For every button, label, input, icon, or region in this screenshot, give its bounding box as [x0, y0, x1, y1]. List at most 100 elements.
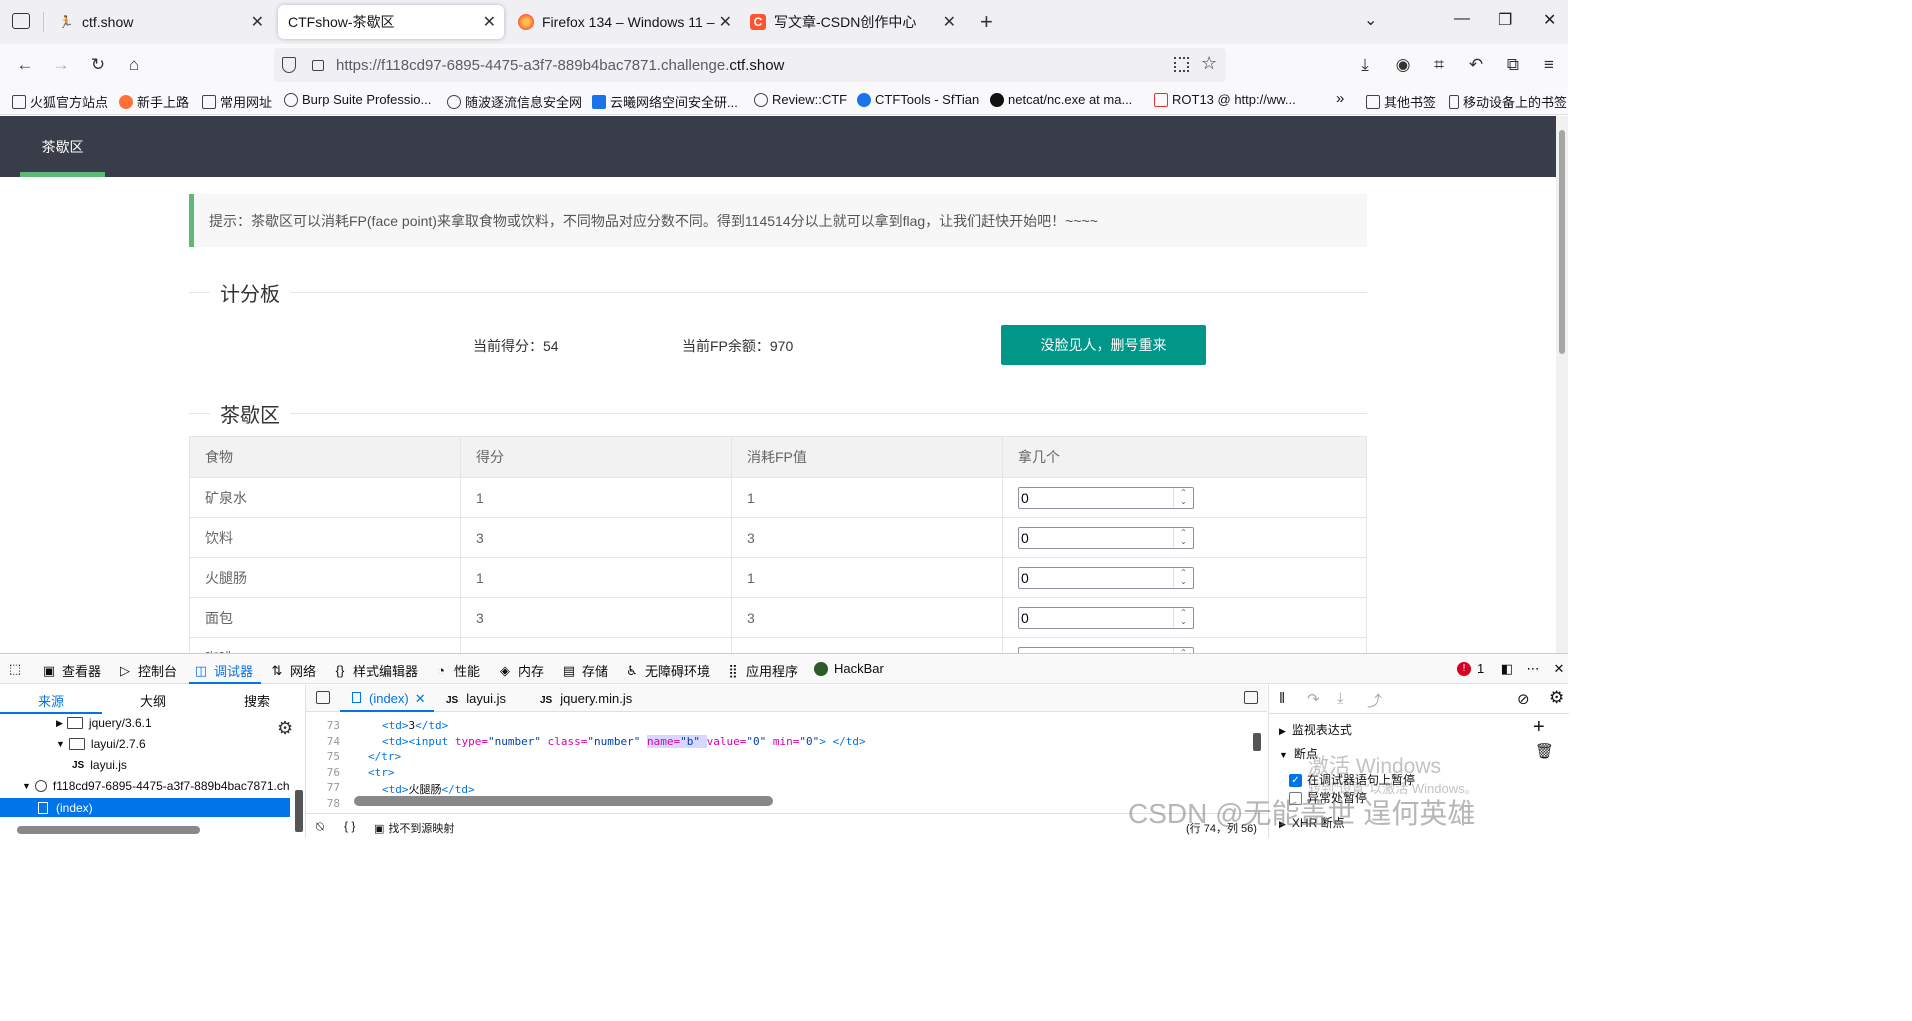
quantity-number-input[interactable]: 0 ⌃⌄ [1018, 486, 1194, 509]
devtools-tab-storage[interactable]: ▤ 存储 [562, 661, 608, 680]
quantity-number-input[interactable]: 0 ⌃⌄ [1018, 606, 1194, 629]
tab-close-icon[interactable]: ✕ [719, 12, 732, 32]
watch-expressions-section[interactable]: ▶ 监视表达式 [1279, 721, 1352, 738]
tree-domain[interactable]: ▼ f118cd97-6895-4475-a3f7-889b4bac7871.ch [22, 779, 289, 793]
shield-icon[interactable] [282, 57, 296, 73]
bookmark-item[interactable]: 火狐官方站点 [12, 92, 108, 111]
editor-tab-index[interactable]: (index) ✕ [352, 691, 426, 707]
devtools-tab-accessibility[interactable]: ♿ 无障碍环境 [625, 661, 710, 680]
bookmark-item[interactable]: 随波逐流信息安全网 [447, 92, 582, 111]
tab-overflow-chevron-icon[interactable]: ⌄ [1364, 10, 1377, 30]
code-line[interactable]: 74 <td><input type="number" class="number… [306, 734, 1251, 750]
error-count-badge[interactable]: ! 1 [1457, 661, 1484, 676]
tab-close-icon[interactable]: ✕ [483, 12, 496, 32]
dock-side-icon[interactable]: ◧ [1500, 661, 1520, 677]
undo-arrow-icon[interactable]: ↶ [1465, 54, 1487, 76]
devtools-tab-debugger[interactable]: ◫ 调试器 [194, 661, 253, 680]
code-line[interactable]: 73 <td>3</td> [306, 719, 1251, 734]
step-over-icon[interactable]: ↷ [1307, 690, 1320, 708]
code-line[interactable]: 75 </tr> [306, 750, 1251, 765]
spinner-arrows-icon[interactable]: ⌃⌄ [1173, 487, 1193, 508]
pause-icon[interactable]: ‖ [1279, 690, 1285, 707]
screenshot-crop-icon[interactable]: ⌗ [1428, 54, 1450, 76]
account-icon[interactable]: ◉ [1392, 54, 1414, 76]
quantity-number-input[interactable]: 0 ⌃⌄ [1018, 526, 1194, 549]
nav-item-chaxiequ[interactable]: 茶歇区 [20, 116, 105, 177]
home-icon[interactable]: ⌂ [123, 54, 145, 76]
extensions-icon[interactable]: ⧉ [1502, 54, 1524, 76]
bookmark-item[interactable]: 新手上路 [119, 92, 189, 111]
devtools-tab-memory[interactable]: ◈ 内存 [498, 661, 544, 680]
bookmark-item[interactable]: netcat/nc.exe at ma... [990, 92, 1132, 107]
spinner-arrows-icon[interactable]: ⌃⌄ [1173, 527, 1193, 548]
forward-icon[interactable]: → [50, 54, 72, 76]
bookmark-item[interactable]: Review::CTF [754, 92, 847, 107]
remove-breakpoints-icon[interactable]: 🗑 [1535, 742, 1554, 760]
editor-tab-layui[interactable]: JS layui.js [446, 691, 506, 706]
toggle-sources-icon[interactable] [316, 691, 330, 704]
reload-icon[interactable]: ↻ [87, 54, 109, 76]
tree-folder-jquery[interactable]: ▶ jquery/3.6.1 [56, 716, 152, 730]
devtools-tab-network[interactable]: ⇅ 网络 [270, 661, 316, 680]
code-line[interactable]: 76 <tr> [306, 766, 1251, 781]
subtab-sources[interactable]: 来源 [38, 691, 64, 710]
tab-csdn[interactable]: C 写文章-CSDN创作中心 ✕ [740, 5, 964, 39]
scrollbar-thumb[interactable] [1559, 130, 1565, 354]
source-map-status[interactable]: ▣ 找不到源映射 [374, 820, 454, 836]
devtools-more-icon[interactable]: ⋯ [1526, 661, 1546, 677]
devtools-close-icon[interactable]: ✕ [1552, 661, 1572, 677]
element-picker-icon[interactable]: ⬚ [8, 661, 28, 677]
devtools-tab-style-editor[interactable]: {} 样式编辑器 [333, 661, 418, 680]
bookmark-star-icon[interactable]: ☆ [1201, 53, 1217, 74]
page-scrollbar[interactable] [1556, 116, 1568, 653]
disable-breakpoints-icon[interactable]: ⊘ [1517, 690, 1530, 708]
tab-close-icon[interactable]: ✕ [251, 12, 264, 32]
tab-ctfshow-chaxiequ[interactable]: CTFshow-茶歇区 ✕ [278, 5, 504, 39]
qr-code-icon[interactable] [1174, 57, 1189, 72]
tab-ctfshow[interactable]: 🏃 ctf.show ✕ [48, 5, 272, 39]
subtab-outline[interactable]: 大纲 [140, 691, 166, 710]
tab-close-icon[interactable]: ✕ [943, 12, 956, 32]
url-bar[interactable]: https://f118cd97-6895-4475-a3f7-889b4bac… [274, 48, 1226, 82]
editor-vscrollbar[interactable] [1253, 733, 1261, 751]
devtools-tab-performance[interactable]: ◔ 性能 [434, 661, 480, 680]
devtools-tab-application[interactable]: ⣿ 应用程序 [726, 661, 798, 680]
step-in-icon[interactable]: ⤓ [1337, 690, 1344, 707]
devtools-tab-hackbar[interactable]: HackBar [814, 661, 884, 676]
pretty-print-icon[interactable]: { } [344, 819, 355, 833]
bookmark-item[interactable]: 云曦网络空间安全研... [592, 92, 738, 111]
line-number[interactable]: 77 [316, 781, 340, 794]
lock-icon[interactable] [312, 60, 324, 71]
restore-icon[interactable]: ❐ [1498, 10, 1512, 30]
line-number[interactable]: 76 [316, 766, 340, 779]
downloads-icon[interactable]: ⤓ [1354, 54, 1376, 76]
bookmark-item[interactable]: CTFTools - SfTian [857, 92, 979, 107]
menu-icon[interactable]: ≡ [1538, 54, 1560, 76]
spinner-arrows-icon[interactable]: ⌃⌄ [1173, 567, 1193, 588]
devtools-tab-console[interactable]: ▷ 控制台 [118, 661, 177, 680]
line-number[interactable]: 75 [316, 750, 340, 763]
new-tab-button[interactable]: + [980, 9, 993, 35]
reset-account-button[interactable]: 没脸见人，删号重来 [1001, 325, 1206, 365]
bookmark-item[interactable]: 移动设备上的书签 [1449, 92, 1567, 111]
bookmark-item[interactable]: ROT13 @ http://ww... [1154, 92, 1296, 107]
window-close-icon[interactable]: ✕ [1543, 10, 1556, 30]
debugger-settings-icon[interactable]: ⚙ [1549, 688, 1564, 708]
editor-tab-jquery[interactable]: JS jquery.min.js [540, 691, 632, 706]
bookmark-item[interactable]: 其他书签 [1366, 92, 1436, 111]
code-line[interactable]: 77 <td>火腿肠</td> [306, 781, 1251, 796]
url-text[interactable]: https://f118cd97-6895-4475-a3f7-889b4bac… [336, 57, 784, 74]
editor-hscrollbar[interactable] [354, 796, 773, 806]
tree-folder-layui[interactable]: ▼ layui/2.7.6 [56, 737, 146, 751]
toggle-sidebar-icon[interactable] [1244, 691, 1258, 704]
blackbox-icon[interactable]: ⍉ [316, 819, 324, 835]
line-number[interactable]: 78 [316, 797, 340, 810]
subtab-search[interactable]: 搜索 [244, 691, 270, 710]
tree-file-layui-js[interactable]: JS layui.js [72, 758, 127, 772]
sources-scrollbar[interactable] [295, 790, 303, 832]
bookmark-item[interactable]: 常用网址 [202, 92, 272, 111]
bookmarks-overflow-icon[interactable]: » [1336, 90, 1344, 107]
tab-firefox[interactable]: Firefox 134 – Windows 11 – 2 ✕ [508, 5, 736, 39]
sources-hscrollbar[interactable] [17, 826, 200, 834]
step-out-icon[interactable]: ⤴ [1367, 690, 1382, 711]
